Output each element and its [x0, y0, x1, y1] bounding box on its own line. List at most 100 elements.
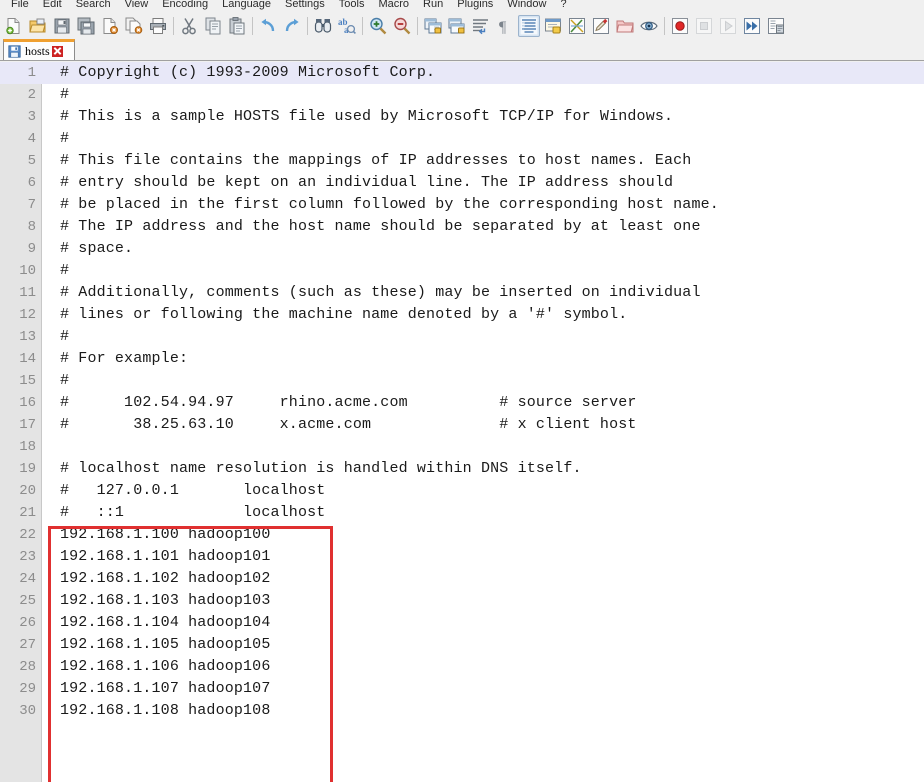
menu-window[interactable]: Window: [500, 0, 553, 13]
toolbar-undo-icon[interactable]: [257, 15, 279, 37]
line-number: 12: [19, 307, 36, 323]
editor-line[interactable]: 26 192.168.1.104 hadoop104: [0, 612, 924, 634]
toolbar-open-file-icon[interactable]: [27, 15, 49, 37]
toolbar-doc-edit-icon[interactable]: [590, 15, 612, 37]
close-icon[interactable]: [51, 45, 63, 57]
menu-settings[interactable]: Settings: [278, 0, 332, 13]
menu-help[interactable]: ?: [553, 0, 573, 13]
toolbar-sync-horizontal-icon[interactable]: [446, 15, 468, 37]
editor-line[interactable]: 1 # Copyright (c) 1993-2009 Microsoft Cor…: [0, 62, 924, 84]
line-number: 1: [27, 65, 36, 81]
zoom-out-icon: [393, 17, 411, 35]
editor-line[interactable]: 30 192.168.1.108 hadoop108: [0, 700, 924, 722]
user-language-icon: [568, 17, 586, 35]
editor-line[interactable]: 21 # ::1 localhost: [0, 502, 924, 524]
editor-line[interactable]: 12 # lines or following the machine name …: [0, 304, 924, 326]
toolbar-replace-icon[interactable]: ab a: [336, 15, 358, 37]
line-text: 192.168.1.108 hadoop108: [60, 702, 271, 719]
toolbar-save-all-icon[interactable]: [75, 15, 97, 37]
editor-line[interactable]: 5 # This file contains the mappings of IP…: [0, 150, 924, 172]
toolbar-separator: [252, 16, 253, 35]
toolbar-sync-vertical-icon[interactable]: [422, 15, 444, 37]
editor-line[interactable]: 11 # Additionally, comments (such as thes…: [0, 282, 924, 304]
editor-line[interactable]: 9 # space.: [0, 238, 924, 260]
editor-line[interactable]: 7 # be placed in the first column followe…: [0, 194, 924, 216]
toolbar-macro-multi-play-icon[interactable]: [741, 15, 763, 37]
tab-hosts[interactable]: hosts: [3, 39, 75, 60]
toolbar-cut-icon[interactable]: [178, 15, 200, 37]
toolbar-macro-play-icon: [717, 15, 739, 37]
toolbar-print-icon[interactable]: [147, 15, 169, 37]
indent-guide-icon: [520, 17, 538, 35]
menu-edit[interactable]: Edit: [36, 0, 69, 13]
line-text: # 127.0.0.1 localhost: [60, 482, 326, 499]
editor-line[interactable]: 10 #: [0, 260, 924, 282]
line-text: # entry should be kept on an individual …: [60, 174, 674, 191]
toolbar-macro-save-icon[interactable]: [765, 15, 787, 37]
toolbar-separator: [307, 16, 308, 35]
editor-line[interactable]: 15 #: [0, 370, 924, 392]
toolbar-folder-pink-icon[interactable]: [614, 15, 636, 37]
line-number: 29: [19, 681, 36, 697]
toolbar-close-file-icon[interactable]: [99, 15, 121, 37]
line-text: 192.168.1.107 hadoop107: [60, 680, 271, 697]
menu-tools[interactable]: Tools: [332, 0, 372, 13]
editor-line[interactable]: 29 192.168.1.107 hadoop107: [0, 678, 924, 700]
toolbar-save-icon[interactable]: [51, 15, 73, 37]
menu-macro[interactable]: Macro: [371, 0, 416, 13]
toolbar-new-file-icon[interactable]: [3, 15, 25, 37]
toolbar-find-icon[interactable]: [312, 15, 334, 37]
toolbar-show-all-chars-icon[interactable]: ¶: [494, 15, 516, 37]
line-number: 16: [19, 395, 36, 411]
line-number: 3: [27, 109, 36, 125]
editor-line[interactable]: 13 #: [0, 326, 924, 348]
line-number: 27: [19, 637, 36, 653]
toolbar-zoom-out-icon[interactable]: [391, 15, 413, 37]
line-text: 192.168.1.104 hadoop104: [60, 614, 271, 631]
toolbar-indent-guide-icon[interactable]: [518, 14, 540, 37]
toolbar-close-all-icon[interactable]: [123, 15, 145, 37]
macro-stop-icon: [695, 17, 713, 35]
editor-line[interactable]: 17 # 38.25.63.10 x.acme.com # x client ho…: [0, 414, 924, 436]
toolbar-redo-icon[interactable]: [281, 15, 303, 37]
menu-view[interactable]: View: [118, 0, 156, 13]
editor-line[interactable]: 18: [0, 436, 924, 458]
line-text: #: [60, 130, 70, 147]
editor-line[interactable]: 24 192.168.1.102 hadoop102: [0, 568, 924, 590]
menu-language[interactable]: Language: [215, 0, 278, 13]
menu-search[interactable]: Search: [69, 0, 118, 13]
line-text: #: [60, 372, 70, 389]
menu-plugins[interactable]: Plugins: [450, 0, 500, 13]
editor-line[interactable]: 19 # localhost name resolution is handled…: [0, 458, 924, 480]
editor-line[interactable]: 14 # For example:: [0, 348, 924, 370]
toolbar-word-wrap-icon[interactable]: [470, 15, 492, 37]
editor-line[interactable]: 22 192.168.1.100 hadoop100: [0, 524, 924, 546]
editor-line[interactable]: 3 # This is a sample HOSTS file used by M…: [0, 106, 924, 128]
menu-run[interactable]: Run: [416, 0, 450, 13]
toolbar-zoom-in-icon[interactable]: [367, 15, 389, 37]
toolbar-macro-record-icon[interactable]: [669, 15, 691, 37]
line-number: 5: [27, 153, 36, 169]
editor-line[interactable]: 6 # entry should be kept on an individual…: [0, 172, 924, 194]
editor-line[interactable]: 28 192.168.1.106 hadoop106: [0, 656, 924, 678]
editor-line[interactable]: 16 # 102.54.94.97 rhino.acme.com # source…: [0, 392, 924, 414]
toolbar-document-map-icon[interactable]: [638, 15, 660, 37]
line-text: # This file contains the mappings of IP …: [60, 152, 692, 169]
editor-line[interactable]: 8 # The IP address and the host name shou…: [0, 216, 924, 238]
menu-encoding[interactable]: Encoding: [155, 0, 215, 13]
toolbar-paste-icon[interactable]: [226, 15, 248, 37]
notepadpp-window: File Edit Search View Encoding Language Settin…: [0, 0, 924, 782]
toolbar-copy-icon[interactable]: [202, 15, 224, 37]
editor-line[interactable]: 20 # 127.0.0.1 localhost: [0, 480, 924, 502]
editor-line[interactable]: 2 #: [0, 84, 924, 106]
editor-line[interactable]: 27 192.168.1.105 hadoop105: [0, 634, 924, 656]
save-blue-icon: [8, 44, 21, 58]
editor-area[interactable]: 1 # Copyright (c) 1993-2009 Microsoft Cor…: [0, 62, 924, 782]
editor-line[interactable]: 25 192.168.1.103 hadoop103: [0, 590, 924, 612]
sync-horizontal-icon: [448, 17, 466, 35]
toolbar-ui-dialog-icon[interactable]: [542, 15, 564, 37]
toolbar-user-language-icon[interactable]: [566, 15, 588, 37]
editor-line[interactable]: 4 #: [0, 128, 924, 150]
editor-line[interactable]: 23 192.168.1.101 hadoop101: [0, 546, 924, 568]
menu-file[interactable]: File: [4, 0, 36, 13]
